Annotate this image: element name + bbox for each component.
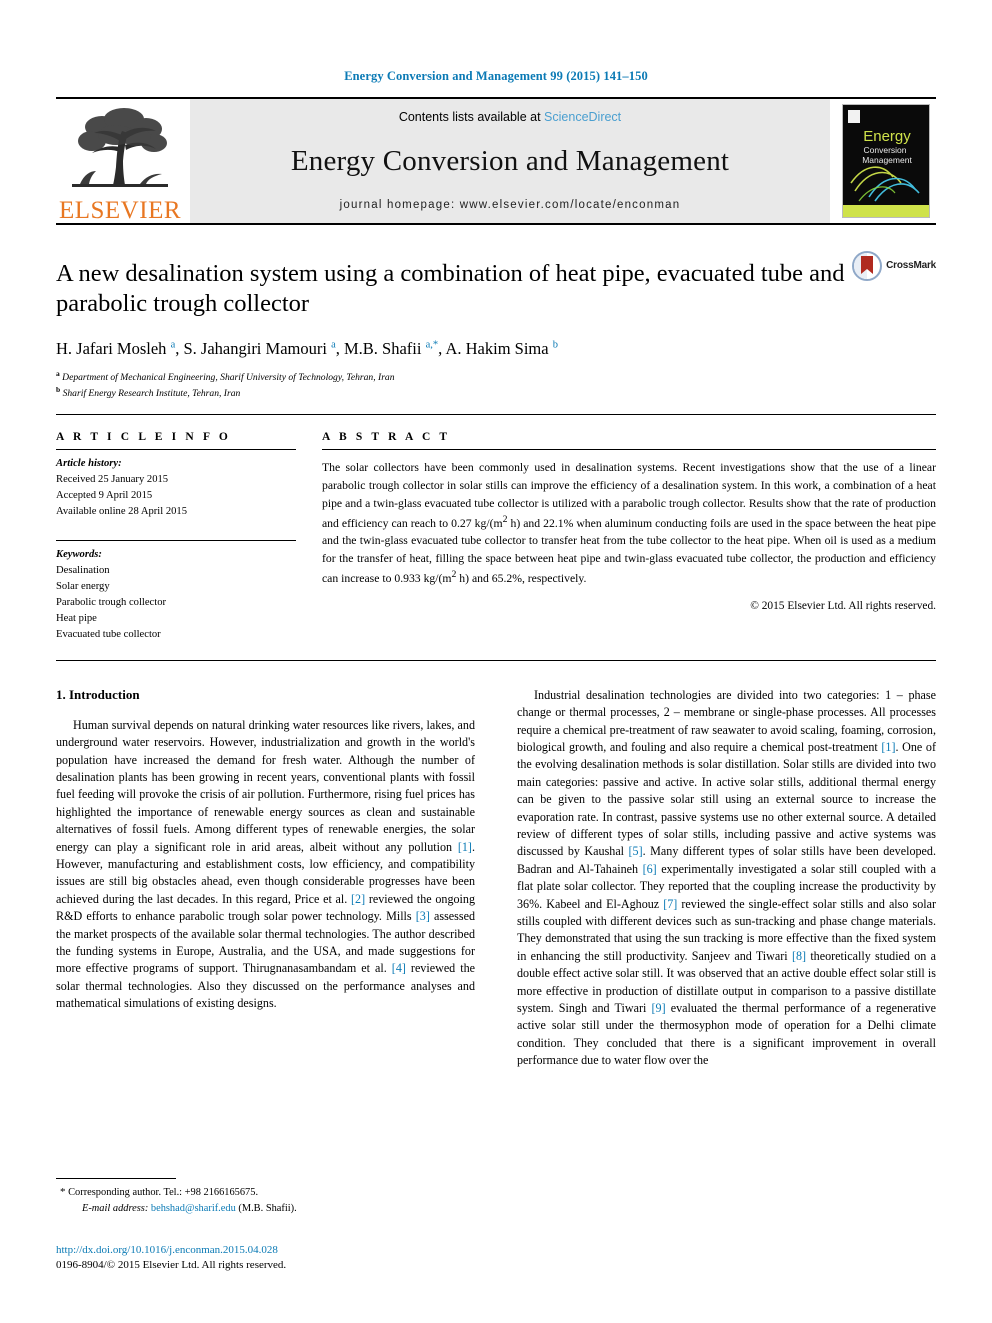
elsevier-tree-icon (68, 105, 172, 197)
journal-title: Energy Conversion and Management (290, 144, 730, 177)
abstract-heading: A B S T R A C T (322, 430, 451, 443)
email-label: E-mail address: (82, 1202, 149, 1214)
history-item: Accepted 9 April 2015 (56, 489, 153, 501)
crossmark-label: CrossMark (886, 260, 936, 271)
history-item: Available online 28 April 2015 (56, 505, 188, 517)
affiliation-b-text: Sharif Energy Research Institute, Tehran… (62, 388, 241, 400)
info-abstract-row: A R T I C L E I N F O Article history: R… (56, 413, 936, 643)
asterisk-icon: * (60, 1186, 66, 1198)
keyword-item: Evacuated tube collector (56, 628, 161, 640)
abstract-text: The solar collectors have been commonly … (322, 460, 936, 585)
keyword-item: Heat pipe (56, 612, 97, 624)
corresponding-author-text: Corresponding author. Tel.: +98 21661656… (68, 1187, 259, 1198)
contents-prefix-text: Contents lists available at (398, 109, 541, 124)
journal-cover-image: Energy Conversion Management (842, 103, 930, 218)
page-title: A new desalination system using a combin… (56, 259, 845, 317)
affiliation-a-text: Department of Mechanical Engineering, Sh… (62, 372, 395, 384)
history-item: Received 25 January 2015 (56, 473, 169, 485)
masthead-center-panel: Contents lists available at ScienceDirec… (190, 98, 830, 223)
title-block: A new desalination system using a combin… (56, 222, 936, 401)
doi-link[interactable]: http://dx.doi.org/10.1016/j.enconman.201… (56, 1243, 461, 1258)
section-heading-introduction: 1. Introduction (56, 686, 140, 702)
crossmark-icon (852, 250, 883, 281)
svg-text:Management: Management (862, 155, 912, 165)
email-link[interactable]: behshad@sharif.edu (151, 1203, 236, 1214)
svg-text:Conversion: Conversion (864, 145, 907, 155)
body-column-right: Industrial desalination technologies are… (517, 687, 936, 1070)
crossmark-badge[interactable]: CrossMark (852, 250, 936, 281)
article-history-label: Article history: (56, 457, 122, 469)
affiliations: a Department of Mechanical Engineering, … (56, 369, 936, 401)
keyword-item: Parabolic trough collector (56, 597, 167, 609)
svg-text:Energy: Energy (863, 128, 911, 145)
affiliation-b: b Sharif Energy Research Institute, Tehr… (56, 385, 241, 400)
footnote-block: * Corresponding author. Tel.: +98 216616… (56, 1178, 461, 1216)
footnote-rule (56, 1178, 176, 1179)
elsevier-logo: ELSEVIER (56, 99, 184, 223)
keyword-item: Desalination (56, 565, 110, 577)
keyword-item: Solar energy (56, 581, 110, 593)
author-list: H. Jafari Mosleh a, S. Jahangiri Mamouri… (56, 339, 558, 359)
affiliation-a: a Department of Mechanical Engineering, … (56, 369, 395, 384)
issn-copyright-line: 0196-8904/© 2015 Elsevier Ltd. All right… (56, 1259, 287, 1272)
contents-available-line: Contents lists available at ScienceDirec… (399, 110, 621, 124)
corresponding-author-note: * Corresponding author. Tel.: +98 216616… (56, 1184, 461, 1201)
article-info-column: A R T I C L E I N F O Article history: R… (56, 431, 296, 643)
intro-paragraph-left: Human survival depends on natural drinki… (56, 717, 476, 1011)
journal-cover-thumbnail: Energy Conversion Management (836, 99, 936, 223)
intro-paragraph-right: Industrial desalination technologies are… (517, 687, 936, 1068)
article-info-heading: A R T I C L E I N F O (56, 430, 231, 443)
email-suffix: (M.B. Shafii). (238, 1202, 297, 1214)
abstract-column: A B S T R A C T The solar collectors hav… (322, 431, 936, 643)
issn-block: http://dx.doi.org/10.1016/j.enconman.201… (56, 1243, 461, 1274)
body-column-left: 1. Introduction Human survival depends o… (56, 687, 475, 1070)
running-head: Energy Conversion and Management 99 (201… (344, 69, 648, 83)
article-history-block: Article history: Received 25 January 201… (56, 450, 296, 520)
elsevier-wordmark: ELSEVIER (58, 196, 182, 224)
sciencedirect-link[interactable]: ScienceDirect (544, 110, 621, 124)
abstract-copyright: © 2015 Elsevier Ltd. All rights reserved… (750, 599, 936, 612)
paper-page: Energy Conversion and Management 99 (201… (0, 0, 992, 1323)
keywords-label: Keywords: (56, 549, 102, 561)
journal-homepage-link[interactable]: journal homepage: www.elsevier.com/locat… (340, 199, 681, 211)
email-note: E-mail address: behshad@sharif.edu (M.B.… (56, 1201, 461, 1217)
journal-masthead: ELSEVIER Contents lists available at Sci… (56, 96, 936, 223)
body-columns: 1. Introduction Human survival depends o… (56, 659, 936, 1070)
keywords-block: Keywords: Desalination Solar energy Para… (56, 533, 296, 642)
